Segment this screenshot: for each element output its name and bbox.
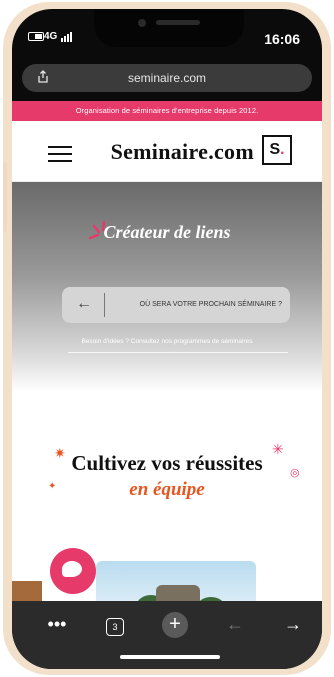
- signal-icon: 4G: [44, 31, 73, 42]
- tabs-button[interactable]: 3: [98, 611, 132, 637]
- hero-section: Créateur de liens ← OÙ SERA VOTRE PROCHA…: [12, 182, 322, 392]
- network-label: 4G: [44, 31, 58, 42]
- signal-bars-icon: [61, 31, 73, 42]
- hero-title: Créateur de liens: [103, 222, 231, 242]
- arrow-left-icon[interactable]: ←: [76, 296, 92, 312]
- destination-search[interactable]: ← OÙ SERA VOTRE PROCHAIN SÉMINAIRE ?: [62, 287, 290, 323]
- back-button[interactable]: ←: [218, 611, 252, 637]
- search-placeholder[interactable]: OÙ SERA VOTRE PROCHAIN SÉMINAIRE ?: [140, 301, 282, 308]
- browser-toolbar: ••• 3 + ← →: [12, 601, 322, 669]
- screen: 4G 16:06 seminaire.com Organisation de s…: [12, 9, 322, 669]
- logo-text[interactable]: Seminaire.com: [111, 139, 254, 165]
- url-text[interactable]: seminaire.com: [22, 71, 312, 85]
- status-time: 16:06: [264, 31, 300, 47]
- phone-frame: 4G 16:06 seminaire.com Organisation de s…: [3, 2, 331, 675]
- side-button: [3, 162, 7, 232]
- team-photo: [96, 561, 256, 601]
- site-header: Seminaire.com S.: [12, 121, 322, 182]
- logo-dot: .: [280, 141, 285, 158]
- camera: [138, 19, 146, 27]
- battery-icon: [28, 32, 44, 41]
- programs-hint-link[interactable]: Besoin d'idées ? Consultez nos programme…: [12, 338, 322, 345]
- tabs-count: 3: [106, 618, 124, 636]
- logo-letter: S: [269, 141, 281, 158]
- hamburger-menu-icon[interactable]: [48, 146, 72, 162]
- chat-icon: [62, 561, 82, 577]
- photo-building: [156, 585, 200, 601]
- section-title: Cultivez vos réussites: [71, 451, 263, 475]
- search-divider: [104, 293, 105, 317]
- chat-button[interactable]: [50, 548, 96, 594]
- web-page: Organisation de séminaires d'entreprise …: [12, 101, 322, 601]
- forward-button[interactable]: →: [276, 611, 310, 637]
- new-tab-button[interactable]: +: [158, 611, 192, 638]
- section-subtitle: en équipe: [129, 479, 205, 500]
- carousel-thumbnail[interactable]: [12, 581, 42, 601]
- logo-mark[interactable]: S.: [262, 135, 292, 165]
- hint-underline: [68, 352, 288, 353]
- plus-icon: +: [162, 612, 188, 638]
- more-button[interactable]: •••: [40, 611, 74, 637]
- home-indicator[interactable]: [120, 655, 220, 659]
- address-bar[interactable]: seminaire.com: [22, 64, 312, 92]
- promo-banner: Organisation de séminaires d'entreprise …: [12, 101, 322, 121]
- notch: [94, 9, 244, 47]
- speaker: [156, 20, 200, 25]
